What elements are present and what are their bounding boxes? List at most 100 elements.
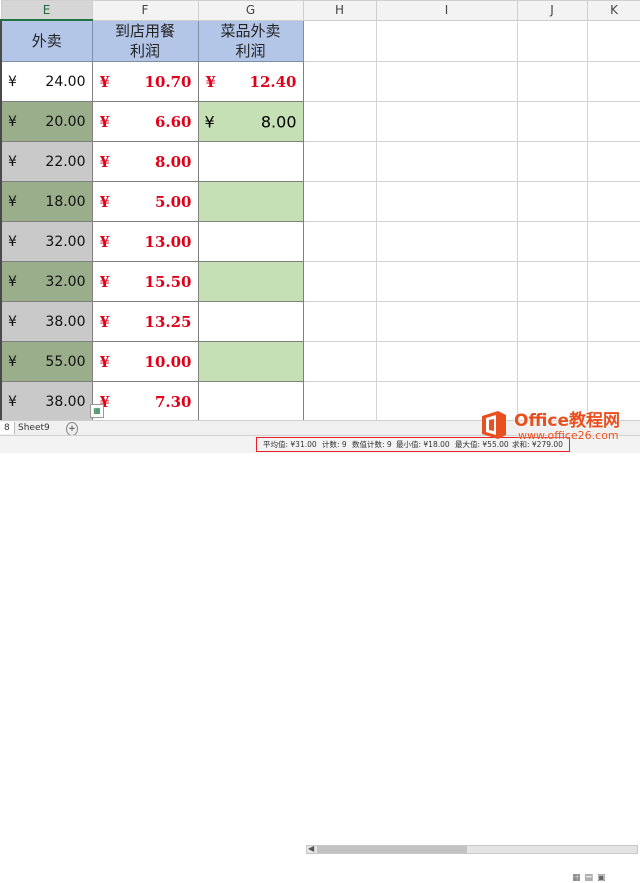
scroll-left-icon[interactable]: ◀ [308,844,314,853]
takeout-value: 32.00 [45,233,86,250]
empty-cell[interactable] [375,181,518,222]
dine-in-profit-value: 5.00 [154,192,192,211]
header-cell-takeout-profit[interactable]: 菜品外卖 利润 [197,19,304,62]
column-header-i[interactable]: I [375,0,518,21]
scrollbar-thumb[interactable] [317,846,467,853]
takeout-profit-cell[interactable] [197,221,304,262]
logo-name: Office教程网 [514,411,621,431]
empty-cell[interactable] [375,261,518,302]
takeout-profit-cell[interactable]: ¥12.40 [197,61,304,102]
column-header-k[interactable]: K [586,0,640,21]
column-header-e[interactable]: E [0,0,93,21]
empty-cell[interactable] [586,221,640,262]
header-takeout-profit-line2: 利润 [235,41,266,60]
empty-cell[interactable] [586,341,640,382]
dine-in-profit-cell[interactable]: ¥13.00 [91,221,199,262]
quick-analysis-icon[interactable]: ▦ [90,404,104,418]
empty-cell[interactable] [516,19,588,62]
takeout-profit-cell[interactable]: ¥8.00 [197,101,304,142]
empty-cell[interactable] [375,301,518,342]
takeout-cell[interactable]: ¥32.00 [0,221,93,262]
empty-cell[interactable] [302,261,377,302]
currency-symbol: ¥ [99,352,110,371]
takeout-cell[interactable]: ¥55.00 [0,341,93,382]
empty-cell[interactable] [375,141,518,182]
empty-cell[interactable] [516,141,588,182]
tab-sheet8[interactable]: 8 [0,422,15,434]
empty-cell[interactable] [302,301,377,342]
dine-in-profit-cell[interactable]: ¥5.00 [91,181,199,222]
empty-cell[interactable] [586,19,640,62]
dine-in-profit-cell[interactable]: ¥15.50 [91,261,199,302]
dine-in-profit-value: 8.00 [154,152,192,171]
takeout-cell[interactable]: ¥38.00 [0,381,93,422]
takeout-cell[interactable]: ¥38.00 [0,301,93,342]
takeout-cell[interactable]: ¥22.00 [0,141,93,182]
dine-in-profit-cell[interactable]: ¥10.00 [91,341,199,382]
currency-symbol: ¥ [8,113,17,130]
dine-in-profit-cell[interactable]: ¥7.30 [91,381,199,422]
takeout-profit-cell[interactable] [197,381,304,422]
spreadsheet-grid: E F G H I J K 外卖 到店用餐 利润 菜品外卖 利润 ¥24.00 ¥1… [0,0,640,422]
empty-cell[interactable] [516,261,588,302]
empty-cell[interactable] [302,61,377,102]
header-cell-takeout[interactable]: 外卖 [0,19,93,62]
takeout-cell[interactable]: ¥32.00 [0,261,93,302]
takeout-cell[interactable]: ¥20.00 [0,101,93,142]
empty-cell[interactable] [516,341,588,382]
empty-cell[interactable] [516,221,588,262]
add-sheet-icon[interactable]: + [66,422,78,436]
takeout-value: 22.00 [45,153,86,170]
header-cell-dine-in-profit[interactable]: 到店用餐 利润 [91,19,199,62]
horizontal-scrollbar[interactable]: ◀ [306,844,638,854]
empty-cell[interactable] [302,381,377,422]
dine-in-profit-cell[interactable]: ¥8.00 [91,141,199,182]
empty-cell[interactable] [586,261,640,302]
takeout-profit-cell[interactable] [197,261,304,302]
currency-symbol: ¥ [8,193,17,210]
empty-cell[interactable] [516,181,588,222]
empty-cell[interactable] [302,141,377,182]
tab-sheet9[interactable]: Sheet9 [14,422,54,434]
status-count: 计数: 9 [322,440,347,449]
empty-cell[interactable] [375,101,518,142]
view-mode-icons[interactable]: ▦▤▣ [572,873,610,883]
empty-cell[interactable] [516,101,588,142]
table-row: ¥22.00 ¥8.00 [0,141,640,182]
office26-logo: Office教程网 www.office26.com [468,404,638,446]
column-header-g[interactable]: G [197,0,304,21]
empty-cell[interactable] [586,61,640,102]
column-header-h[interactable]: H [302,0,377,21]
empty-cell[interactable] [516,301,588,342]
empty-cell[interactable] [375,61,518,102]
empty-cell[interactable] [375,19,518,62]
empty-cell[interactable] [302,341,377,382]
empty-cell[interactable] [302,181,377,222]
empty-cell[interactable] [375,221,518,262]
empty-cell[interactable] [302,19,377,62]
empty-cell[interactable] [586,181,640,222]
empty-cell[interactable] [586,141,640,182]
dine-in-profit-cell[interactable]: ¥10.70 [91,61,199,102]
empty-cell[interactable] [586,301,640,342]
empty-cell[interactable] [586,101,640,142]
empty-cell[interactable] [302,101,377,142]
currency-symbol: ¥ [99,312,110,331]
takeout-cell[interactable]: ¥24.00 [0,61,93,102]
column-header-j[interactable]: J [516,0,588,21]
dine-in-profit-cell[interactable]: ¥13.25 [91,301,199,342]
currency-symbol: ¥ [8,73,17,90]
dine-in-profit-cell[interactable]: ¥6.60 [91,101,199,142]
takeout-profit-cell[interactable] [197,301,304,342]
currency-symbol: ¥ [99,232,110,251]
takeout-profit-cell[interactable] [197,141,304,182]
takeout-cell[interactable]: ¥18.00 [0,181,93,222]
takeout-profit-cell[interactable] [197,181,304,222]
takeout-profit-cell[interactable] [197,341,304,382]
empty-cell[interactable] [375,341,518,382]
header-takeout-label: 外卖 [31,32,62,50]
takeout-profit-value: 12.40 [249,72,297,91]
empty-cell[interactable] [302,221,377,262]
empty-cell[interactable] [516,61,588,102]
column-header-f[interactable]: F [91,0,199,21]
